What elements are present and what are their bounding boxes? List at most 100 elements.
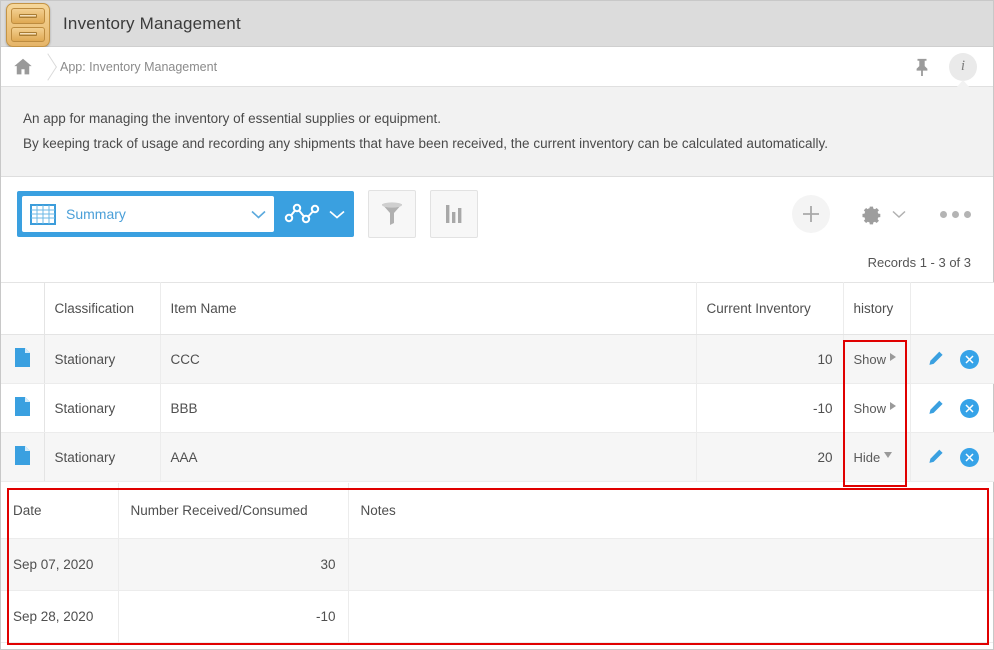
breadcrumb-separator <box>34 47 60 87</box>
home-icon[interactable] <box>12 56 34 78</box>
ellipsis-dot <box>940 211 947 218</box>
chevron-down-icon <box>251 210 266 219</box>
header-number-received-consumed: Number Received/Consumed <box>118 483 348 538</box>
table-row: Stationary AAA 20 Hide <box>1 433 994 482</box>
cell-row-actions <box>910 384 994 433</box>
cell-current-inventory: 10 <box>696 335 843 384</box>
triangle-down-icon <box>884 452 892 458</box>
header-classification: Classification <box>44 283 160 335</box>
header-date: Date <box>1 483 118 538</box>
drawer-handle <box>19 14 37 18</box>
cell-history-toggle[interactable]: Show <box>843 335 910 384</box>
ellipsis-dot <box>964 211 971 218</box>
triangle-right-icon <box>890 402 896 410</box>
add-record-button[interactable] <box>792 195 830 233</box>
table-header-row: Classification Item Name Current Invento… <box>1 283 994 335</box>
description-line-1: An app for managing the inventory of ess… <box>23 106 971 131</box>
filter-button[interactable] <box>368 190 416 238</box>
table-grid-icon <box>30 204 56 225</box>
view-select[interactable]: Summary <box>22 196 274 232</box>
delete-circle-x-icon[interactable] <box>960 399 979 418</box>
subtable-row: Sep 28, 2020 -10 <box>1 590 993 642</box>
history-toggle-label: Show <box>854 352 887 367</box>
app-description-panel: An app for managing the inventory of ess… <box>1 87 993 177</box>
cell-row-actions <box>910 433 994 482</box>
cell-item-name: CCC <box>160 335 696 384</box>
toolbar-right-actions <box>792 195 977 233</box>
cabinet-drawer-bottom <box>11 27 45 43</box>
view-name-label: Summary <box>66 206 251 222</box>
cabinet-drawer-top <box>11 8 45 24</box>
document-icon <box>15 446 30 465</box>
title-bar: Inventory Management <box>1 1 993 47</box>
header-notes: Notes <box>348 483 993 538</box>
view-selector-group: Summary <box>17 191 354 237</box>
cell-item-name: AAA <box>160 433 696 482</box>
info-button[interactable]: i <box>949 53 977 81</box>
table-row: Stationary BBB -10 Show <box>1 384 994 433</box>
history-show-link[interactable]: Show <box>854 352 897 367</box>
triangle-right-icon <box>890 353 896 361</box>
pencil-edit-icon[interactable] <box>927 449 944 466</box>
subtable-row: Sep 07, 2020 30 <box>1 538 993 590</box>
history-subtable: Date Number Received/Consumed Notes Sep … <box>1 483 993 643</box>
row-document-icon-cell[interactable] <box>1 335 44 384</box>
breadcrumb-app-label[interactable]: App: Inventory Management <box>60 60 217 74</box>
delete-circle-x-icon[interactable] <box>960 448 979 467</box>
cell-row-actions <box>910 335 994 384</box>
history-hide-link[interactable]: Hide <box>854 450 893 465</box>
description-line-2: By keeping track of usage and recording … <box>23 131 971 156</box>
breadcrumb: App: Inventory Management i <box>1 47 993 87</box>
cell-classification: Stationary <box>44 335 160 384</box>
ellipsis-dot <box>952 211 959 218</box>
view-toolbar: Summary <box>1 177 993 251</box>
cell-notes <box>348 590 993 642</box>
document-icon <box>15 348 30 367</box>
app-window: Inventory Management App: Inventory Mana… <box>0 0 994 650</box>
gear-icon <box>858 202 883 227</box>
cell-number: -10 <box>118 590 348 642</box>
pin-icon[interactable] <box>909 54 935 80</box>
pencil-edit-icon[interactable] <box>927 400 944 417</box>
cell-number: 30 <box>118 538 348 590</box>
cell-current-inventory: -10 <box>696 384 843 433</box>
cell-date: Sep 07, 2020 <box>1 538 118 590</box>
cell-current-inventory: 20 <box>696 433 843 482</box>
chevron-down-icon <box>329 210 345 219</box>
funnel-filter-icon <box>380 201 404 227</box>
history-subtable-wrap: Date Number Received/Consumed Notes Sep … <box>1 483 993 643</box>
document-icon <box>15 397 30 416</box>
cell-history-toggle[interactable]: Hide <box>843 433 910 482</box>
more-options-button[interactable] <box>940 211 971 218</box>
line-chart-icon <box>284 201 320 227</box>
bar-chart-icon <box>444 203 464 225</box>
info-label: i <box>961 58 965 75</box>
history-show-link[interactable]: Show <box>854 401 897 416</box>
cell-item-name: BBB <box>160 384 696 433</box>
row-document-icon-cell[interactable] <box>1 433 44 482</box>
chevron-down-icon <box>892 210 906 219</box>
pencil-edit-icon[interactable] <box>927 351 944 368</box>
plus-icon <box>801 204 821 224</box>
drawer-handle <box>19 32 37 36</box>
cell-classification: Stationary <box>44 433 160 482</box>
records-count: Records 1 - 3 of 3 <box>1 251 993 282</box>
chart-button[interactable] <box>430 190 478 238</box>
cell-history-toggle[interactable]: Show <box>843 384 910 433</box>
header-history: history <box>843 283 910 335</box>
cell-date: Sep 28, 2020 <box>1 590 118 642</box>
cell-notes <box>348 538 993 590</box>
filing-cabinet-icon <box>6 3 50 47</box>
graph-view-button[interactable] <box>274 191 354 237</box>
cell-classification: Stationary <box>44 384 160 433</box>
header-item-name: Item Name <box>160 283 696 335</box>
records-table: Classification Item Name Current Invento… <box>1 282 994 482</box>
delete-circle-x-icon[interactable] <box>960 350 979 369</box>
page-title: Inventory Management <box>63 14 241 34</box>
row-document-icon-cell[interactable] <box>1 384 44 433</box>
settings-button[interactable] <box>858 202 906 227</box>
table-row: Stationary CCC 10 Show <box>1 335 994 384</box>
header-current-inventory: Current Inventory <box>696 283 843 335</box>
header-doc-icon-col <box>1 283 44 335</box>
history-toggle-label: Hide <box>854 450 881 465</box>
